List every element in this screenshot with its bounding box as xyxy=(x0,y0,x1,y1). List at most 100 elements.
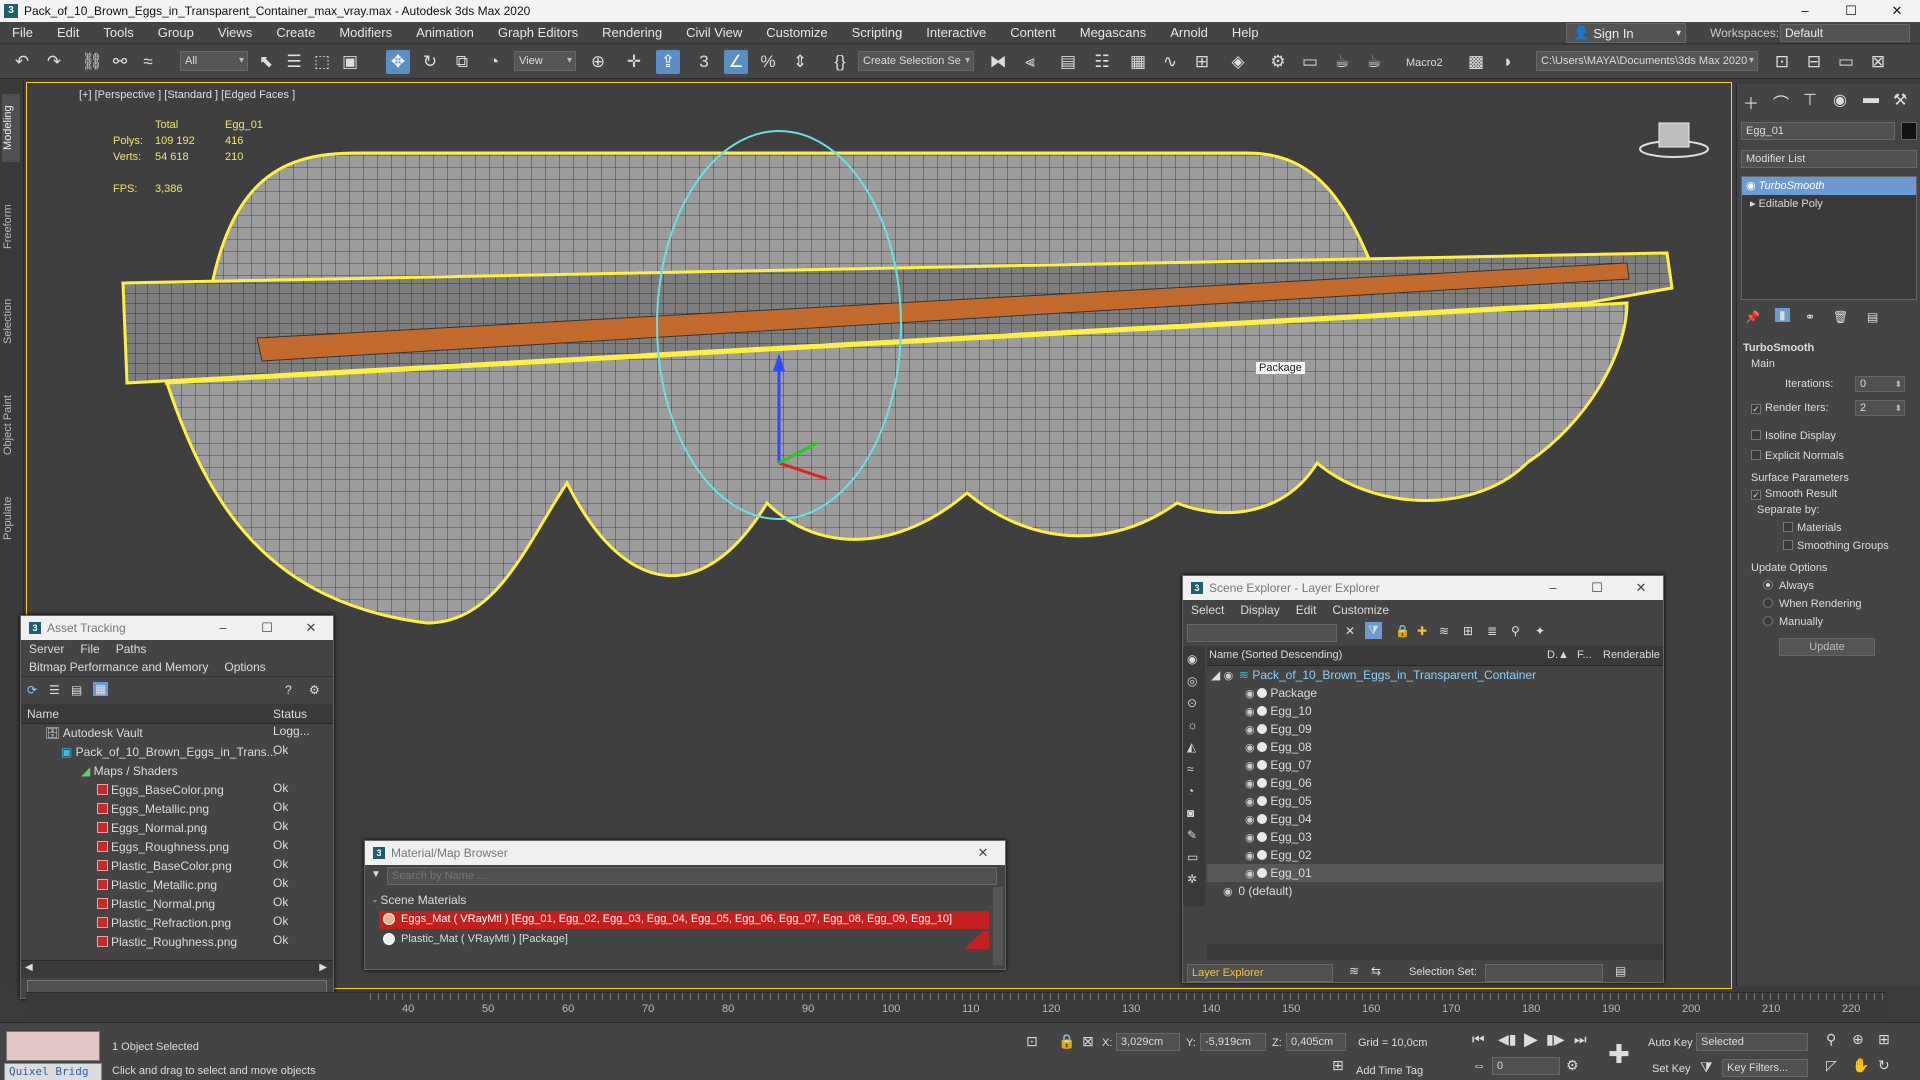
expand-arrow-icon[interactable]: ▸ xyxy=(1750,198,1756,210)
window-crossing-icon[interactable]: ▣ xyxy=(338,50,362,74)
display-groups-icon[interactable]: ◙ xyxy=(1187,806,1194,820)
maximize-button[interactable]: ☐ xyxy=(1575,576,1619,600)
render-iters-checkbox[interactable]: ✓ xyxy=(1751,404,1761,414)
utilities-tab-icon[interactable]: ⚒ xyxy=(1893,90,1907,110)
bind-space-warp-icon[interactable]: ≈ xyxy=(136,50,160,74)
material-row-eggs[interactable]: Eggs_Mat ( VRayMtl ) [Egg_01, Egg_02, Eg… xyxy=(379,911,989,929)
z-coord-field[interactable]: 0,405cm xyxy=(1286,1033,1346,1051)
sign-in-button[interactable]: 👤 Sign In ▾ xyxy=(1566,23,1686,43)
eye-icon[interactable]: ◉ xyxy=(1245,829,1257,847)
update-always-row[interactable]: Always xyxy=(1763,580,1814,592)
display-bones-icon[interactable]: ▭ xyxy=(1187,850,1198,864)
display-shapes-icon[interactable]: ⊙ xyxy=(1187,696,1197,710)
minimize-button[interactable]: – xyxy=(1531,576,1575,600)
smooth-result-checkbox[interactable]: ✓ xyxy=(1751,490,1761,500)
material-scrollbar[interactable] xyxy=(993,887,1003,965)
pan-icon[interactable]: ✋ xyxy=(1852,1057,1869,1074)
menu-interactive[interactable]: Interactive xyxy=(914,22,998,44)
keyboard-shortcut-override-icon[interactable]: ⇪ xyxy=(656,50,680,74)
lock-icon[interactable]: 🔒 xyxy=(1395,624,1410,638)
layer-row-object-selected[interactable]: ◉ Egg_01 xyxy=(1207,864,1663,882)
settings-icon[interactable]: ⚙ xyxy=(309,683,320,697)
edit-selection-set-icon[interactable]: ▤ xyxy=(1615,964,1626,978)
menu-content[interactable]: Content xyxy=(998,22,1068,44)
layer-row-object[interactable]: ◉ Egg_06 xyxy=(1245,774,1312,792)
smoothing-groups-row[interactable]: Smoothing Groups xyxy=(1783,540,1889,552)
display-all-icon[interactable]: ✲ xyxy=(1187,872,1197,886)
isoline-row[interactable]: Isoline Display xyxy=(1751,430,1836,442)
menu-customize[interactable]: Customize xyxy=(754,22,839,44)
spinner-snap-icon[interactable]: ⇕ xyxy=(788,50,812,74)
close-button[interactable]: ✕ xyxy=(961,841,1005,865)
iterations-spinner[interactable]: 0 xyxy=(1855,376,1905,392)
eye-icon[interactable]: ◉ xyxy=(1245,721,1257,739)
time-configuration-icon[interactable]: ⚙ xyxy=(1566,1057,1579,1074)
tree-row-file[interactable]: Plastic_Refraction.png xyxy=(97,914,231,932)
column-name-header[interactable]: Name (Sorted Descending) xyxy=(1209,649,1342,661)
manually-radio[interactable] xyxy=(1763,616,1773,626)
scroll-left-icon[interactable]: ◀ xyxy=(25,962,33,973)
viewcube-icon[interactable] xyxy=(1639,119,1709,159)
named-selection-dropdown[interactable]: Create Selection Se xyxy=(858,51,974,71)
timeline-ruler[interactable]: 40 50 60 70 80 90 100 110 120 130 140 150 160 170 180 1… xyxy=(26,992,1886,1020)
eye-icon[interactable]: ◉ xyxy=(1245,703,1257,721)
layer-row-object[interactable]: ◉ Egg_08 xyxy=(1245,738,1312,756)
asset-tracking-titlebar[interactable]: 3 Asset Tracking – ☐ ✕ xyxy=(21,616,333,640)
display-spacewarps-icon[interactable]: ◔ xyxy=(1187,784,1194,798)
layer-row-object[interactable]: ◉ Egg_02 xyxy=(1245,846,1312,864)
menu-paths[interactable]: Paths xyxy=(116,642,147,656)
modifier-list-dropdown[interactable]: Modifier List xyxy=(1741,150,1917,168)
eye-icon[interactable]: ◉ xyxy=(1245,811,1257,829)
select-object-icon[interactable]: ⬉ xyxy=(254,50,278,74)
display-lights-icon[interactable]: ☼ xyxy=(1187,718,1198,732)
menu-edit[interactable]: Edit xyxy=(45,22,91,44)
menu-select[interactable]: Select xyxy=(1191,603,1224,617)
megascans-icon[interactable]: ◗ xyxy=(1496,50,1520,74)
rect-selection-icon[interactable]: ⬚ xyxy=(310,50,334,74)
tab-populate[interactable]: Populate xyxy=(2,496,20,540)
update-when-rendering-row[interactable]: When Rendering xyxy=(1763,598,1862,610)
project-icon[interactable]: ⊡ xyxy=(1770,50,1794,74)
expand-arrow-icon[interactable]: ◢ xyxy=(1211,668,1220,682)
render-production-icon[interactable]: ☕ xyxy=(1330,50,1354,74)
display-tab-icon[interactable]: ▬ xyxy=(1863,90,1879,108)
object-name-field[interactable]: Egg_01 xyxy=(1741,122,1895,140)
column-status[interactable]: Status xyxy=(273,707,307,721)
menu-file[interactable]: File xyxy=(80,642,99,656)
close-button[interactable]: ✕ xyxy=(1619,576,1663,600)
menu-display[interactable]: Display xyxy=(1240,603,1279,617)
menu-modifiers[interactable]: Modifiers xyxy=(327,22,404,44)
asset-horizontal-scrollbar[interactable]: ◀ ▶ xyxy=(21,960,333,978)
scene-explorer-icon[interactable]: ▤ xyxy=(1056,50,1080,74)
materials-checkbox[interactable] xyxy=(1783,522,1793,532)
tree-row-file[interactable]: Plastic_Normal.png xyxy=(97,895,215,913)
time-tag-icon[interactable]: ⊞ xyxy=(1332,1057,1344,1074)
eye-icon[interactable]: ◉ xyxy=(1223,883,1235,901)
eye-icon[interactable]: ◉ xyxy=(1245,793,1257,811)
tree-row-file[interactable]: Plastic_Metallic.png xyxy=(97,876,217,894)
motion-tab-icon[interactable]: ◉ xyxy=(1833,90,1847,110)
zoom-extents-icon[interactable]: ⊕ xyxy=(1852,1031,1864,1048)
scene-explorer-titlebar[interactable]: 3 Scene Explorer - Layer Explorer – ☐ ✕ xyxy=(1183,576,1663,600)
align-icon[interactable]: ⫷ xyxy=(1018,50,1042,74)
menu-megascans[interactable]: Megascans xyxy=(1068,22,1158,44)
column-renderable-header[interactable]: Renderable xyxy=(1603,649,1660,661)
explicit-normals-checkbox[interactable] xyxy=(1751,450,1761,460)
menu-server[interactable]: Server xyxy=(29,642,64,656)
object-color-swatch[interactable] xyxy=(1901,122,1917,140)
key-mode-toggle-icon[interactable]: ⇔ xyxy=(1472,1057,1486,1073)
menu-views[interactable]: Views xyxy=(206,22,264,44)
tab-freeform[interactable]: Freeform xyxy=(2,192,20,262)
layers-icon[interactable]: ≋ xyxy=(1439,624,1449,638)
smoothing-groups-checkbox[interactable] xyxy=(1783,540,1793,550)
layer-row-object[interactable]: ◉ Egg_03 xyxy=(1245,828,1312,846)
display-cameras-icon[interactable]: ◭ xyxy=(1187,740,1196,754)
selection-lock-icon[interactable]: 🔒 xyxy=(1058,1033,1075,1050)
project-settings-icon[interactable]: ⊠ xyxy=(1866,50,1890,74)
eye-icon[interactable]: ◉ xyxy=(1224,667,1236,685)
key-filters-button[interactable]: Key Filters... xyxy=(1722,1059,1808,1077)
reference-coordinate-dropdown[interactable]: View xyxy=(514,51,576,71)
menu-options[interactable]: Options xyxy=(224,660,265,674)
scene-search-input[interactable] xyxy=(1187,624,1337,642)
turbosmooth-rollout-title[interactable]: TurboSmooth xyxy=(1743,342,1814,354)
